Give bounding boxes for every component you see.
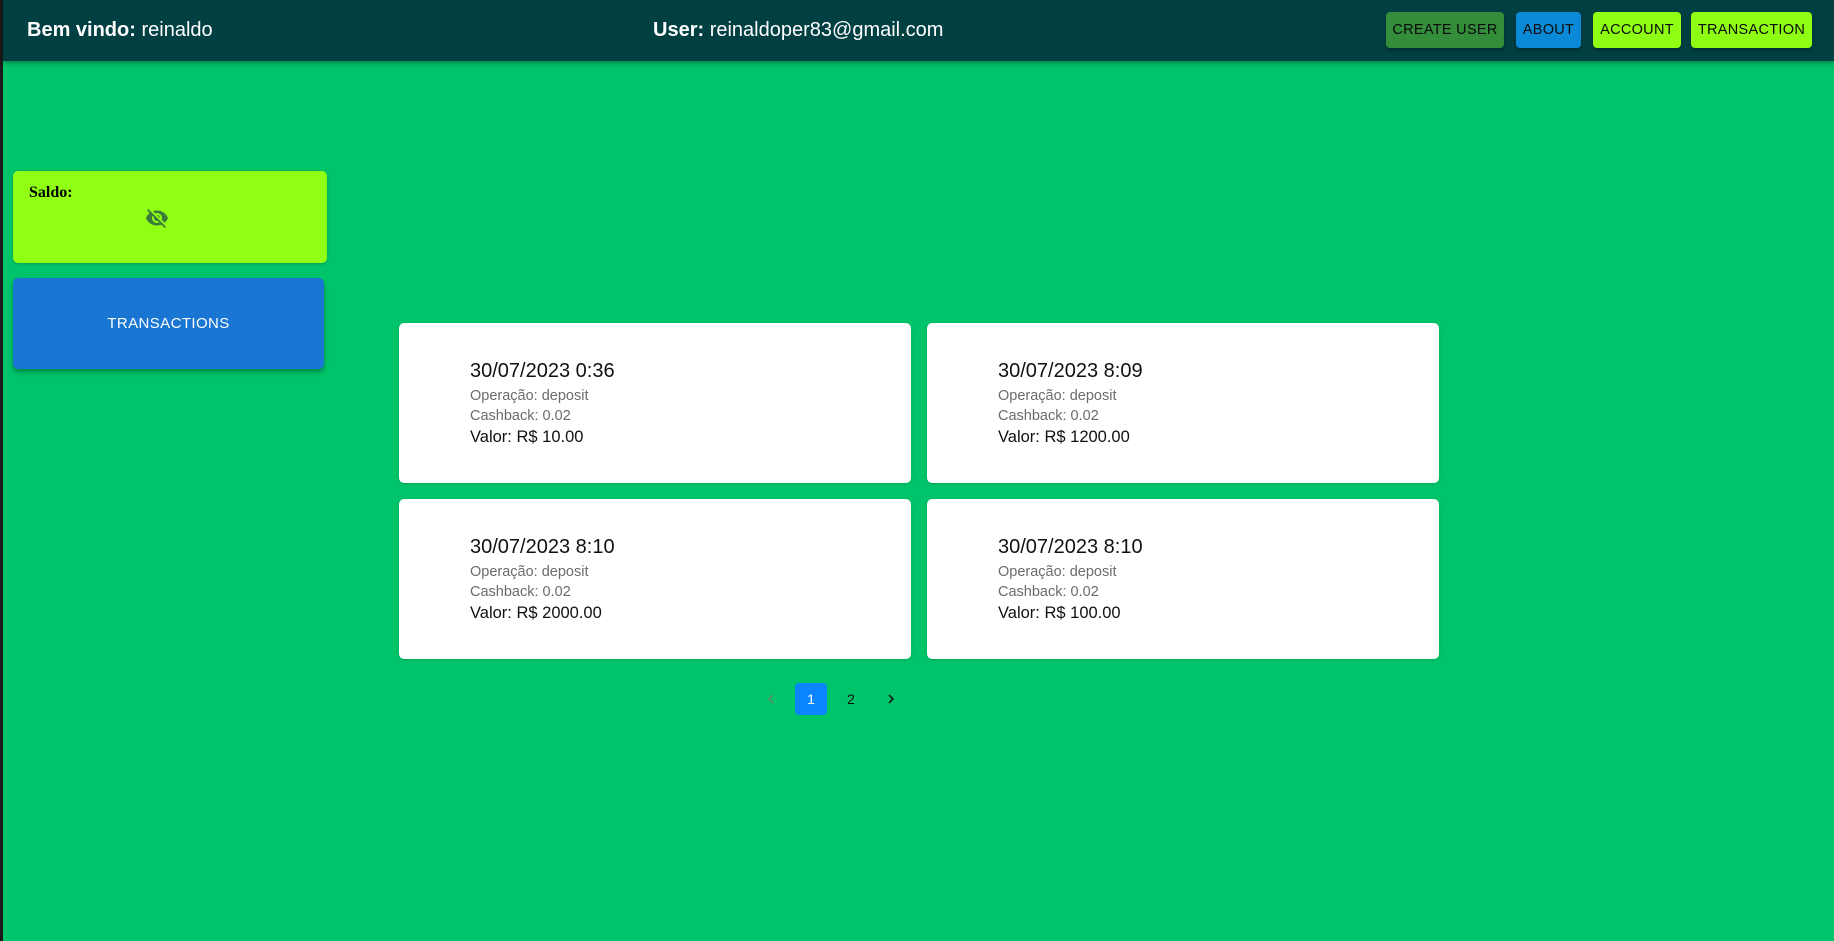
transaction-value: Valor: R$ 100.00 [998, 604, 1121, 622]
app-bar: Bem vindo: reinaldo User: reinaldoper83@… [3, 0, 1834, 61]
eye-off-icon[interactable] [145, 206, 169, 230]
transaction-operation: Operação: deposit [998, 564, 1117, 580]
page-button-2[interactable]: 2 [835, 683, 867, 715]
welcome-text: Bem vindo: reinaldo [27, 19, 213, 42]
transaction-cashback: Cashback: 0.02 [998, 584, 1099, 600]
transaction-date: 30/07/2023 8:09 [998, 360, 1143, 382]
about-button[interactable]: ABOUT [1516, 12, 1581, 48]
transaction-date: 30/07/2023 0:36 [470, 360, 615, 382]
transaction-card: 30/07/2023 8:10 Operação: deposit Cashba… [399, 499, 911, 659]
transaction-card: 30/07/2023 0:36 Operação: deposit Cashba… [399, 323, 911, 483]
account-button[interactable]: ACCOUNT [1593, 12, 1681, 48]
transaction-date: 30/07/2023 8:10 [470, 536, 615, 558]
transaction-operation: Operação: deposit [470, 388, 589, 404]
user-label: User: [653, 19, 705, 41]
create-user-button[interactable]: CREATE USER [1386, 12, 1504, 48]
transaction-cashback: Cashback: 0.02 [470, 408, 571, 424]
user-email: reinaldoper83@gmail.com [709, 19, 944, 41]
transaction-cashback: Cashback: 0.02 [998, 408, 1099, 424]
chevron-right-icon[interactable] [875, 683, 907, 715]
welcome-name: reinaldo [141, 19, 213, 41]
transaction-card: 30/07/2023 8:10 Operação: deposit Cashba… [927, 499, 1439, 659]
transaction-card: 30/07/2023 8:09 Operação: deposit Cashba… [927, 323, 1439, 483]
transaction-value: Valor: R$ 1200.00 [998, 428, 1130, 446]
transaction-value: Valor: R$ 10.00 [470, 428, 584, 446]
transactions-button[interactable]: TRANSACTIONS [13, 278, 324, 369]
balance-label: Saldo: [29, 184, 73, 201]
welcome-label: Bem vindo: [27, 19, 136, 41]
transaction-cashback: Cashback: 0.02 [470, 584, 571, 600]
user-info: User: reinaldoper83@gmail.com [653, 19, 943, 42]
transaction-operation: Operação: deposit [998, 388, 1117, 404]
transaction-date: 30/07/2023 8:10 [998, 536, 1143, 558]
transaction-button[interactable]: TRANSACTION [1691, 12, 1812, 48]
balance-card: Saldo: [13, 171, 327, 263]
chevron-left-icon[interactable] [755, 683, 787, 715]
transaction-operation: Operação: deposit [470, 564, 589, 580]
transaction-value: Valor: R$ 2000.00 [470, 604, 602, 622]
page-button-1[interactable]: 1 [795, 683, 827, 715]
